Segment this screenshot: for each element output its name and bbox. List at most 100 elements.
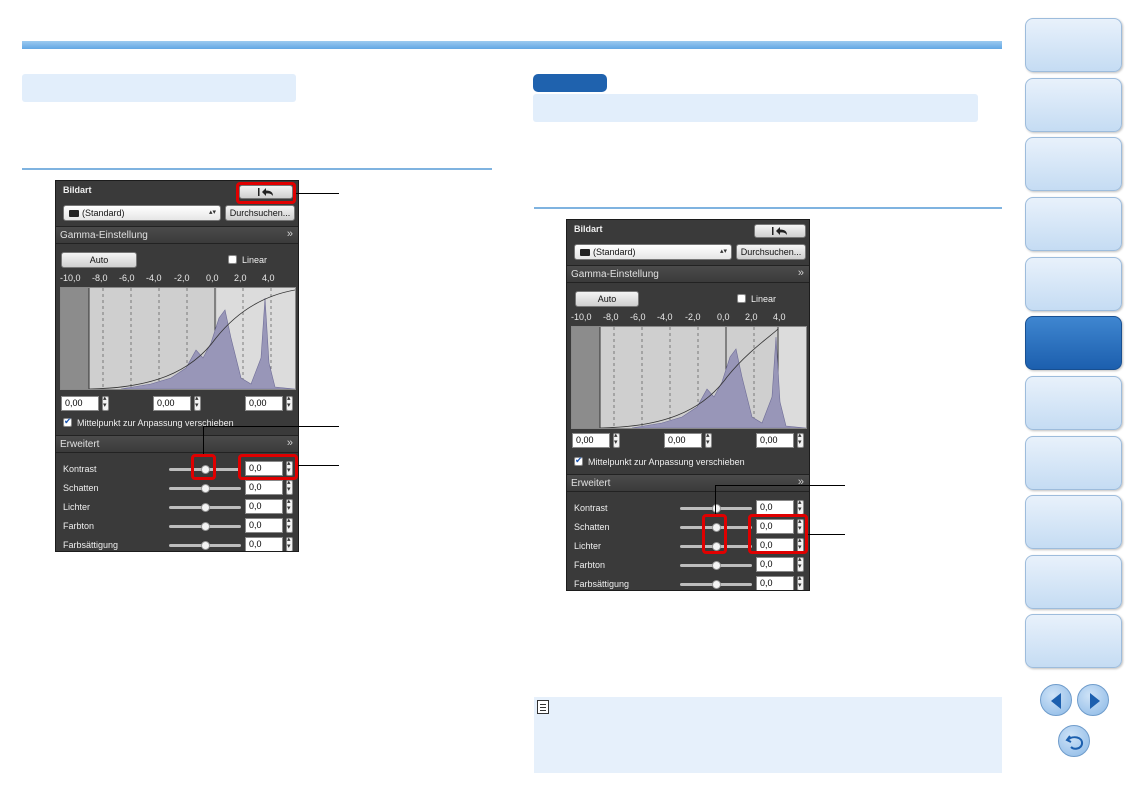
nav-tab-11[interactable] [1025, 614, 1122, 668]
slider-value-input[interactable]: 0,0 [756, 557, 794, 572]
camera-icon [580, 249, 590, 256]
linear-checkbox[interactable] [228, 255, 237, 264]
slider-knob[interactable] [201, 484, 210, 493]
callout-line [203, 426, 204, 454]
tick-label: -4,0 [657, 312, 673, 322]
stepper[interactable] [286, 516, 293, 533]
slider-value-input[interactable]: 0,0 [245, 499, 283, 514]
advanced-section-title: Erweitert [60, 439, 100, 450]
tick-label: -10,0 [60, 273, 81, 283]
reset-button[interactable] [754, 224, 806, 238]
stepper[interactable] [705, 431, 712, 448]
gamma-section-title: Gamma-Einstellung [60, 230, 148, 241]
browse-button[interactable]: Durchsuchen... [225, 205, 295, 221]
gamma-section-header[interactable]: Gamma-Einstellung » [567, 265, 809, 283]
stepper[interactable] [286, 535, 293, 551]
nav-tab-1[interactable] [1025, 18, 1122, 72]
slider-knob[interactable] [201, 503, 210, 512]
stepper[interactable] [286, 478, 293, 495]
stepper[interactable] [286, 394, 293, 411]
nav-tab-7[interactable] [1025, 376, 1122, 430]
double-chevron-icon[interactable]: » [287, 228, 293, 240]
slider-label: Lichter [63, 502, 91, 512]
nav-tab-10[interactable] [1025, 555, 1122, 609]
slider-value-input[interactable]: 0,0 [756, 576, 794, 590]
nav-tab-4[interactable] [1025, 197, 1122, 251]
gamma-histogram[interactable] [60, 287, 296, 390]
stepper[interactable] [102, 394, 109, 411]
slider-value-input[interactable]: 0,0 [756, 500, 794, 515]
slider-knob[interactable] [201, 541, 210, 550]
stepper[interactable] [797, 431, 804, 448]
highlight-shadow-highlight-knobs [702, 514, 727, 554]
slider-knob[interactable] [712, 561, 721, 570]
slider-label: Farbton [574, 560, 606, 570]
callout-line [298, 465, 339, 466]
slider-value-input[interactable]: 0,0 [245, 480, 283, 495]
slider-value-input[interactable]: 0,0 [245, 518, 283, 533]
stepper[interactable] [194, 394, 201, 411]
memo-icon [537, 700, 549, 714]
adjust-panel-left: Bildart (Standard) ▴▾ Durchsuchen... Gam… [55, 180, 299, 552]
gamma-section-title: Gamma-Einstellung [571, 269, 659, 280]
midpoint-label: Mittelpunkt zur Anpassung verschieben [588, 457, 745, 467]
mid-point-input[interactable]: 0,00 [153, 396, 191, 411]
tick-label: -10,0 [571, 312, 592, 322]
stepper[interactable] [613, 431, 620, 448]
stepper[interactable] [797, 498, 804, 515]
gamma-section-header[interactable]: Gamma-Einstellung » [56, 226, 298, 244]
select-arrows-icon: ▴▾ [208, 209, 216, 216]
stepper[interactable] [286, 497, 293, 514]
auto-button[interactable]: Auto [61, 252, 137, 268]
midpoint-checkbox[interactable] [63, 416, 72, 427]
tick-label: -8,0 [603, 312, 619, 322]
slider-knob[interactable] [201, 522, 210, 531]
tick-label: 2,0 [745, 312, 758, 322]
white-point-input[interactable]: 0,00 [245, 396, 283, 411]
slider-label: Farbton [63, 521, 95, 531]
browse-button[interactable]: Durchsuchen... [736, 244, 806, 260]
top-rule [22, 41, 1002, 49]
nav-tab-3[interactable] [1025, 137, 1122, 191]
stepper[interactable] [797, 555, 804, 572]
double-chevron-icon[interactable]: » [798, 476, 804, 488]
left-heading-bar [22, 74, 296, 102]
white-point-input[interactable]: 0,00 [756, 433, 794, 448]
tick-label: 4,0 [262, 273, 275, 283]
nav-tab-8[interactable] [1025, 436, 1122, 490]
midpoint-checkbox[interactable] [574, 455, 583, 466]
style-select[interactable]: (Standard) ▴▾ [574, 244, 732, 260]
callout-line [203, 426, 339, 427]
nav-tab-9[interactable] [1025, 495, 1122, 549]
highlight-contrast-knob [191, 454, 216, 480]
nav-tab-5[interactable] [1025, 257, 1122, 311]
slider-label: Farbsättigung [574, 579, 630, 589]
double-chevron-icon[interactable]: » [798, 267, 804, 279]
callout-line [296, 193, 339, 194]
auto-button[interactable]: Auto [575, 291, 639, 307]
tick-label: -2,0 [174, 273, 190, 283]
style-select[interactable]: (Standard) ▴▾ [63, 205, 221, 221]
mid-point-input[interactable]: 0,00 [664, 433, 702, 448]
stepper[interactable] [797, 574, 804, 590]
callout-line [715, 485, 716, 514]
arrow-right-icon[interactable] [1077, 684, 1109, 716]
advanced-section-header[interactable]: Erweitert » [567, 474, 809, 492]
slider-knob[interactable] [712, 580, 721, 589]
reset-arrow-icon [772, 227, 787, 235]
return-icon[interactable] [1058, 725, 1090, 757]
gamma-histogram[interactable] [571, 326, 807, 429]
linear-checkbox[interactable] [737, 294, 746, 303]
slider-knob[interactable] [712, 504, 721, 513]
double-chevron-icon[interactable]: » [287, 437, 293, 449]
black-point-input[interactable]: 0,00 [572, 433, 610, 448]
tick-label: 4,0 [773, 312, 786, 322]
black-point-input[interactable]: 0,00 [61, 396, 99, 411]
nav-tab-6-active[interactable] [1025, 316, 1122, 370]
arrow-left-icon[interactable] [1040, 684, 1072, 716]
right-section-rule [534, 207, 1002, 209]
advanced-section-header[interactable]: Erweitert » [56, 435, 298, 453]
tick-label: -6,0 [119, 273, 135, 283]
nav-tab-2[interactable] [1025, 78, 1122, 132]
slider-value-input[interactable]: 0,0 [245, 537, 283, 551]
